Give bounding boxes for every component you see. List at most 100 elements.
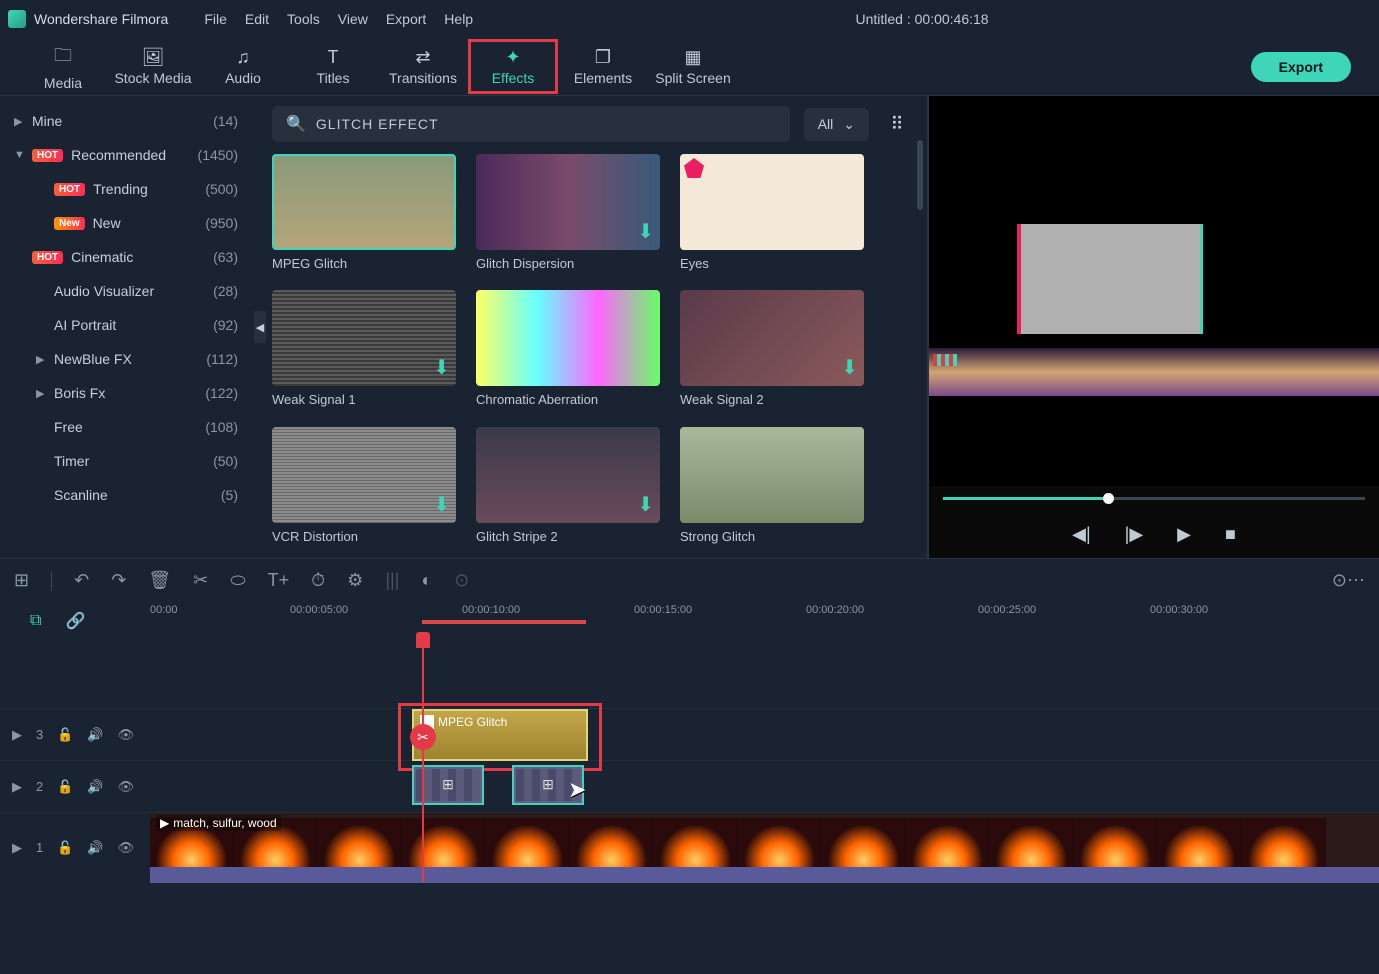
visibility-icon[interactable]: 👁 [118, 727, 135, 743]
layout-icon[interactable]: ⊞ [14, 570, 29, 591]
effect-card[interactable]: ⬇VCR Distortion [272, 427, 456, 549]
mute-icon[interactable]: 🔊 [87, 779, 103, 795]
sidebar-item-newblue-fx[interactable]: ▶NewBlue FX(112) [0, 342, 256, 376]
undo-button[interactable]: ↶ [74, 570, 89, 591]
lock-icon[interactable]: 🔓 [57, 727, 73, 743]
timeline-ruler[interactable]: 00:00 00:00:05:00 00:00:10:00 00:00:15:0… [150, 602, 1379, 640]
menu-export[interactable]: Export [386, 11, 426, 27]
effects-sidebar[interactable]: ▶Mine(14) ▼HOTRecommended(1450) HOTTrend… [0, 96, 256, 558]
playhead-cut-button[interactable]: ✂ [410, 724, 436, 750]
add-track-icon[interactable]: ⧉ [30, 612, 41, 630]
track-3-content[interactable]: MPEG Glitch [150, 709, 1379, 761]
video-clip[interactable]: ▶match, sulfur, wood [150, 813, 1379, 883]
track-1-content[interactable]: ▶match, sulfur, wood [150, 813, 1379, 883]
timeline: ⧉ 🔗 00:00 00:00:05:00 00:00:10:00 00:00:… [0, 602, 1379, 882]
sidebar-item-boris-fx[interactable]: ▶Boris Fx(122) [0, 376, 256, 410]
record-button[interactable]: ⊙ [454, 570, 469, 591]
sidebar-item-cinematic[interactable]: HOTCinematic(63) [0, 240, 256, 274]
menu-tools[interactable]: Tools [287, 11, 320, 27]
track-row-3: ▶3 🔓 🔊 👁 MPEG Glitch [0, 708, 1379, 760]
link-icon[interactable]: 🔗 [65, 611, 85, 631]
audio-mix-button[interactable]: ||| [385, 570, 399, 591]
music-icon: ♫ [236, 47, 250, 68]
sidebar-collapse-handle[interactable]: ◀ [254, 311, 266, 343]
search-box[interactable]: 🔍 [272, 106, 790, 142]
track-play-icon[interactable]: ▶ [12, 840, 22, 856]
seek-handle[interactable] [1103, 493, 1114, 504]
redo-button[interactable]: ↷ [111, 570, 126, 591]
timeline-settings-icon[interactable]: ⊙⋯ [1332, 570, 1365, 591]
mute-icon[interactable]: 🔊 [87, 840, 103, 856]
play-button[interactable]: ▶ [1177, 524, 1191, 545]
audio-waveform [150, 867, 1379, 883]
sidebar-item-scanline[interactable]: Scanline(5) [0, 478, 256, 512]
search-input[interactable] [316, 116, 776, 132]
placeholder-clip[interactable]: ⊞ [512, 765, 584, 805]
image-icon: 🖼 [142, 47, 165, 68]
track-play-icon[interactable]: ▶ [12, 727, 22, 743]
playhead[interactable]: ✂ [422, 640, 424, 882]
tab-audio[interactable]: ♫Audio [198, 39, 288, 94]
crop-button[interactable]: ⬭ [230, 570, 245, 591]
mute-icon[interactable]: 🔊 [87, 727, 103, 743]
filter-dropdown[interactable]: All ⌄ [804, 108, 869, 141]
effects-scrollbar[interactable] [917, 140, 923, 210]
stop-button[interactable]: ■ [1225, 524, 1236, 545]
menu-help[interactable]: Help [444, 11, 473, 27]
tab-stock-media[interactable]: 🖼Stock Media [108, 39, 198, 94]
split-icon: ▦ [684, 47, 701, 68]
effect-card[interactable]: Eyes [680, 154, 864, 276]
sidebar-item-free[interactable]: Free(108) [0, 410, 256, 444]
effect-thumb [272, 154, 456, 250]
sidebar-item-trending[interactable]: HOTTrending(500) [0, 172, 256, 206]
effect-card[interactable]: ⬇Glitch Stripe 2 [476, 427, 660, 549]
tab-split-screen[interactable]: ▦Split Screen [648, 39, 738, 94]
prev-frame-button[interactable]: ◀| [1072, 524, 1091, 545]
export-button[interactable]: Export [1251, 52, 1351, 82]
next-frame-button[interactable]: |▶ [1125, 524, 1144, 545]
effect-card[interactable]: ⬇Glitch Dispersion [476, 154, 660, 276]
tab-titles[interactable]: TTitles [288, 39, 378, 94]
color-button[interactable]: ◐ [421, 570, 432, 591]
range-indicator[interactable] [422, 620, 586, 624]
sidebar-item-recommended[interactable]: ▼HOTRecommended(1450) [0, 138, 256, 172]
tab-effects[interactable]: ✦Effects [468, 39, 558, 94]
speed-button[interactable]: ⏱ [311, 570, 325, 591]
text-button[interactable]: T+ [268, 570, 290, 591]
sidebar-item-new[interactable]: NewNew(950) [0, 206, 256, 240]
menu-view[interactable]: View [338, 11, 368, 27]
track-2-content[interactable]: ⊞ ⊞ ➤ [150, 761, 1379, 813]
effect-card[interactable]: ⬇Weak Signal 2 [680, 290, 864, 412]
preview-seek-bar[interactable] [929, 486, 1379, 510]
view-toggle-button[interactable]: ⠿ [883, 110, 911, 138]
sidebar-item-audio-visualizer[interactable]: Audio Visualizer(28) [0, 274, 256, 308]
lock-icon[interactable]: 🔓 [57, 840, 73, 856]
effect-card[interactable]: Chromatic Aberration [476, 290, 660, 412]
cut-button[interactable]: ✂ [193, 570, 208, 591]
delete-button[interactable]: 🗑 [148, 570, 171, 591]
visibility-icon[interactable]: 👁 [118, 779, 135, 795]
track-play-icon[interactable]: ▶ [12, 779, 22, 795]
chevron-down-icon: ▼ [14, 149, 24, 161]
sidebar-item-timer[interactable]: Timer(50) [0, 444, 256, 478]
hot-badge-icon: HOT [54, 183, 85, 196]
menu-file[interactable]: File [204, 11, 227, 27]
effect-card[interactable]: MPEG Glitch [272, 154, 456, 276]
tab-media[interactable]: 🗀Media [18, 39, 108, 94]
tab-transitions[interactable]: ⇄Transitions [378, 39, 468, 94]
elements-icon: ❐ [595, 47, 611, 68]
effect-thumb: ⬇ [680, 290, 864, 386]
sidebar-item-ai-portrait[interactable]: AI Portrait(92) [0, 308, 256, 342]
playhead-handle-icon[interactable] [416, 632, 430, 648]
lock-icon[interactable]: 🔓 [57, 779, 73, 795]
effects-browser: ◀ 🔍 All ⌄ ⠿ MPEG Glitch ⬇Glitch Dispersi… [256, 96, 927, 558]
tab-elements[interactable]: ❐Elements [558, 39, 648, 94]
effect-clip[interactable]: MPEG Glitch [412, 709, 588, 761]
effect-card[interactable]: Strong Glitch [680, 427, 864, 549]
sidebar-item-mine[interactable]: ▶Mine(14) [0, 104, 256, 138]
preview-canvas[interactable] [929, 96, 1379, 486]
effect-card[interactable]: ⬇Weak Signal 1 [272, 290, 456, 412]
menu-edit[interactable]: Edit [245, 11, 269, 27]
adjust-button[interactable]: ⚙ [347, 570, 363, 591]
visibility-icon[interactable]: 👁 [118, 840, 135, 856]
